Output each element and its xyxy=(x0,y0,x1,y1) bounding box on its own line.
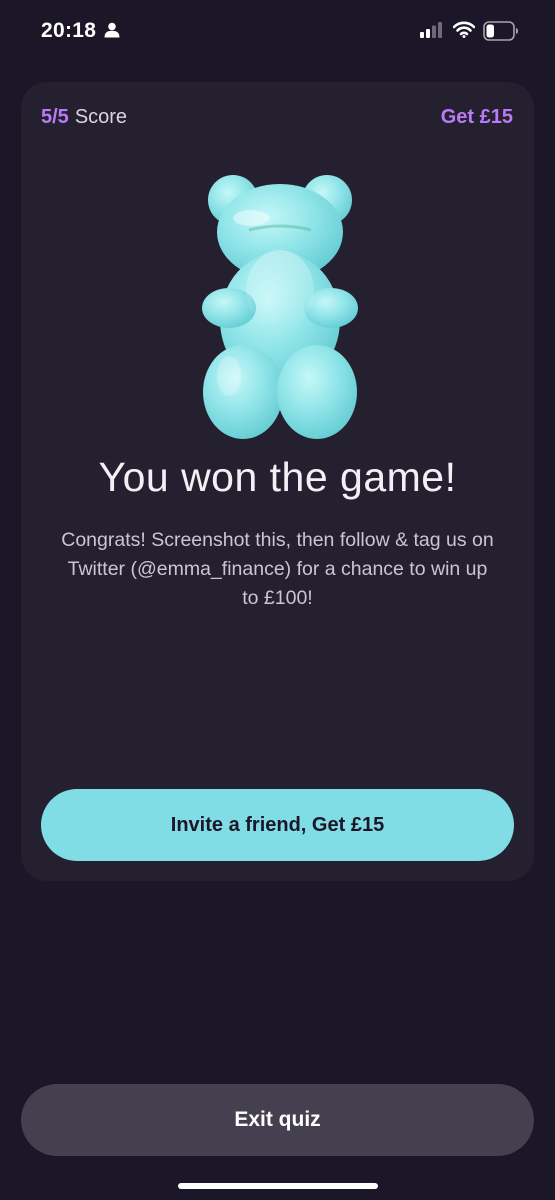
home-indicator[interactable] xyxy=(178,1183,378,1189)
status-bar: 20:18 xyxy=(0,0,555,64)
result-message: Congrats! Screenshot this, then follow &… xyxy=(61,529,494,609)
invite-friend-button[interactable]: Invite a friend, Get £15 xyxy=(41,789,514,861)
gummy-bear-image xyxy=(181,170,381,450)
wifi-icon xyxy=(453,21,475,38)
get-reward-link[interactable]: Get £15 xyxy=(441,106,513,129)
score: 5/5 Score xyxy=(41,106,127,129)
result-title: You won the game! xyxy=(98,454,457,500)
result-card: 5/5 Score Get £15 You won the game! Cong… xyxy=(21,82,534,881)
battery-icon xyxy=(483,21,518,41)
person-icon xyxy=(104,22,120,38)
status-time: 20:18 xyxy=(41,19,97,42)
cellular-signal-icon xyxy=(420,22,442,38)
exit-quiz-button[interactable]: Exit quiz xyxy=(21,1084,534,1156)
score-value: 5/5 xyxy=(41,106,69,128)
score-label: Score xyxy=(74,106,128,128)
